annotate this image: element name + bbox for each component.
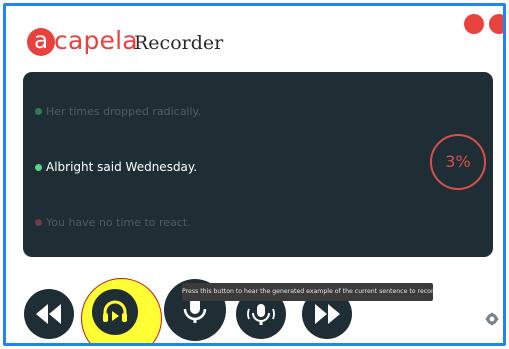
listen-example-button[interactable] — [92, 289, 138, 335]
settings-button[interactable] — [485, 311, 499, 326]
tooltip: Press this button to hear the generated … — [182, 283, 433, 301]
app-header: a capela Recorder — [6, 6, 503, 68]
sentence-previous: Her times dropped radically. — [35, 105, 201, 118]
progress-indicator: 3% — [430, 134, 486, 190]
recorder-window: a capela Recorder Her times dropped radi… — [3, 3, 506, 346]
status-dot-icon — [35, 163, 42, 171]
window-button[interactable] — [489, 14, 503, 34]
sentence-next: You have no time to react. — [35, 216, 191, 229]
headphones-play-icon — [103, 300, 127, 322]
rewind-icon — [36, 304, 61, 324]
logo-initial: a — [27, 28, 55, 56]
sentence-text: Her times dropped radically. — [46, 105, 201, 118]
status-dot-icon — [35, 108, 42, 115]
previous-button[interactable] — [24, 289, 74, 339]
status-dot-icon — [35, 219, 42, 226]
control-bar: Press this button to hear the generated … — [6, 261, 503, 343]
sentence-current: Albright said Wednesday. — [35, 160, 197, 174]
app-title: Recorder — [134, 32, 224, 54]
window-button[interactable] — [464, 14, 484, 34]
settings-icon — [485, 312, 499, 326]
logo-wordmark: capela — [54, 26, 138, 55]
sentence-panel: Her times dropped radically. Albright sa… — [23, 72, 493, 257]
sentence-text: Albright said Wednesday. — [46, 160, 198, 174]
fast-forward-icon — [315, 304, 340, 324]
sentence-text: You have no time to react. — [46, 216, 191, 229]
microphone-playback-icon — [247, 304, 275, 325]
